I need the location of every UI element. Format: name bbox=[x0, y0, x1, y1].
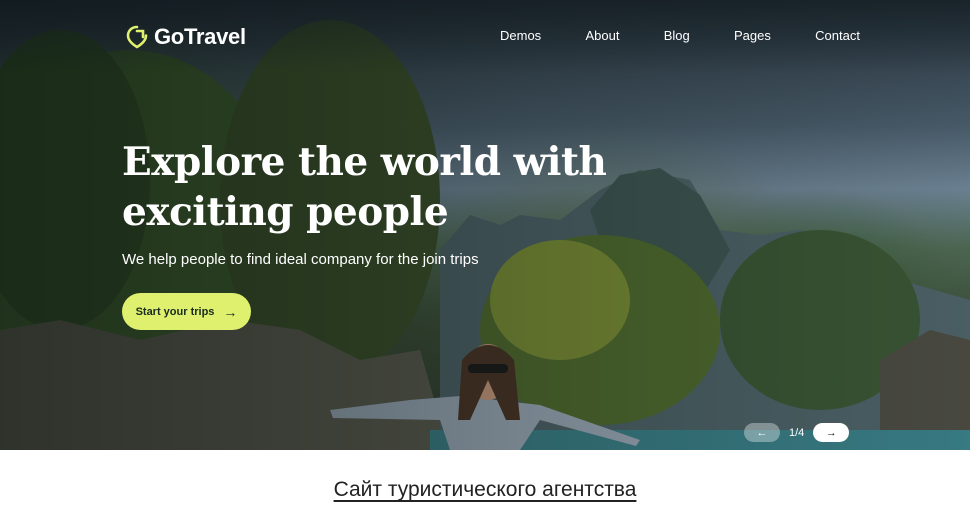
headline-line-1: Explore the world with bbox=[122, 139, 607, 185]
slider-controls: ← 1/4 → bbox=[744, 423, 850, 442]
nav-contact[interactable]: Contact bbox=[815, 28, 860, 43]
hero-headline: Explore the world with exciting people bbox=[122, 137, 642, 237]
arrow-right-icon: → bbox=[223, 303, 238, 320]
arrow-right-icon: → bbox=[825, 426, 837, 439]
headline-line-2: exciting people bbox=[122, 189, 449, 235]
arrow-left-icon: ← bbox=[756, 426, 768, 439]
slider-prev-button[interactable]: ← bbox=[744, 423, 780, 442]
main-nav: Demos About Blog Pages Contact bbox=[500, 28, 860, 43]
start-trips-button[interactable]: Start your trips → bbox=[122, 293, 251, 330]
brand-name: GoTravel bbox=[154, 24, 246, 49]
nav-pages[interactable]: Pages bbox=[734, 28, 771, 43]
hero-subtitle: We help people to find ideal company for… bbox=[122, 251, 479, 268]
brand-logo[interactable]: GoTravel bbox=[126, 24, 246, 50]
slide-counter: 1/4 bbox=[789, 426, 805, 439]
slider-next-button[interactable]: → bbox=[813, 423, 850, 442]
nav-about[interactable]: About bbox=[585, 28, 619, 43]
hero-section: GoTravel Demos About Blog Pages Contact … bbox=[0, 0, 970, 450]
nav-demos[interactable]: Demos bbox=[500, 28, 541, 43]
location-pin-icon bbox=[126, 25, 148, 49]
page-caption: Сайт туристического агентства bbox=[333, 478, 637, 501]
nav-blog[interactable]: Blog bbox=[664, 28, 690, 43]
start-trips-label: Start your trips bbox=[135, 305, 215, 318]
